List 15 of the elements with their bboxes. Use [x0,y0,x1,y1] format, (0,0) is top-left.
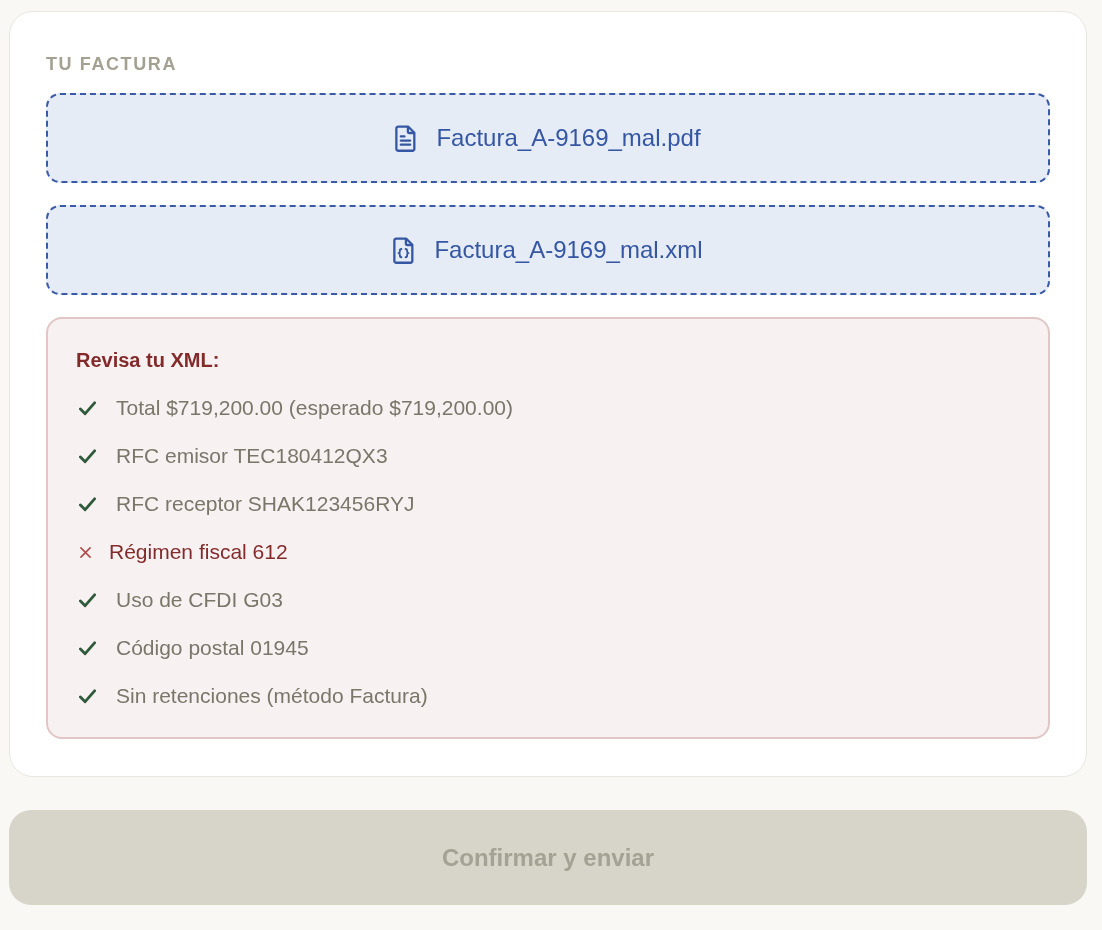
check-text: Total $719,200.00 (esperado $719,200.00) [116,396,513,420]
check-text: Uso de CFDI G03 [116,588,283,612]
document-icon [395,124,417,152]
section-label: TU FACTURA [46,53,178,76]
check-text: Sin retenciones (método Factura) [116,684,428,708]
file-name: Factura_A-9169_mal.pdf [436,124,701,152]
file-drop-box[interactable]: Factura_A-9169_mal.pdf [46,93,1050,183]
check-text: Régimen fiscal 612 [109,540,288,564]
file-drop-box[interactable]: Factura_A-9169_mal.xml [46,205,1050,295]
check-text: RFC emisor TEC180412QX3 [116,444,388,468]
file-name: Factura_A-9169_mal.xml [434,236,703,264]
code-file-icon [393,236,415,264]
validation-title: Revisa tu XML: [76,348,221,373]
check-text: Código postal 01945 [116,636,309,660]
check-text: RFC receptor SHAK123456RYJ [116,492,415,516]
